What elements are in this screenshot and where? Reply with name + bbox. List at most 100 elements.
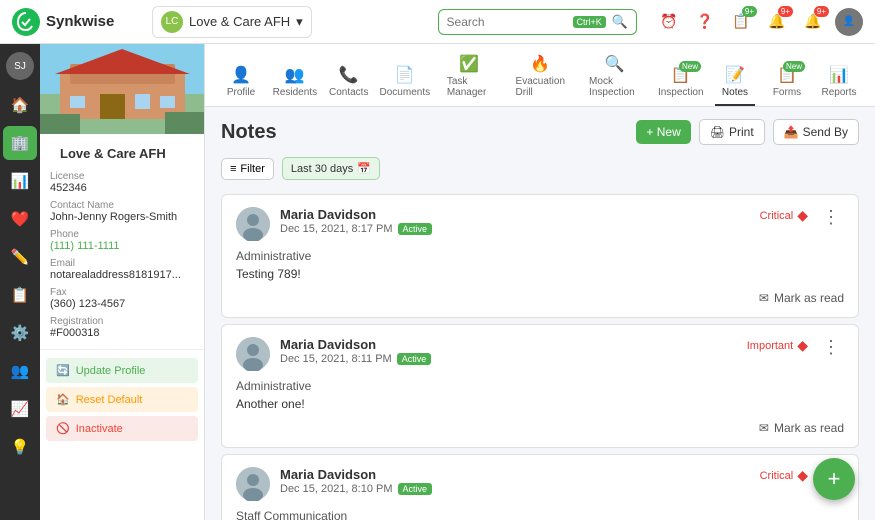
tasks-icon-btn[interactable]: 📋 9+ xyxy=(727,8,755,36)
sidebar-users-btn[interactable]: 👥 xyxy=(3,354,37,388)
timer-icon-btn[interactable]: ⏰ xyxy=(655,8,683,36)
tab-notes[interactable]: 📝 Notes xyxy=(715,61,755,106)
sidebar-reports-btn[interactable]: 📈 xyxy=(3,392,37,426)
user-avatar-nav[interactable]: 👤 xyxy=(835,8,863,36)
filter-label: Filter xyxy=(240,163,264,175)
tab-contacts-label: Contacts xyxy=(329,87,368,98)
note-more-btn-2[interactable]: ⋮ xyxy=(818,337,844,358)
contact-label: Contact Name xyxy=(50,200,194,211)
note-header-3: Maria Davidson Dec 15, 2021, 8:10 PM Act… xyxy=(236,467,844,501)
note-content-1: Testing 789! xyxy=(236,267,844,281)
notes-tab-icon: 📝 xyxy=(725,65,745,85)
note-priority-2: Important ◆ xyxy=(747,337,808,354)
tab-contacts[interactable]: 📞 Contacts xyxy=(329,61,369,106)
update-profile-label: Update Profile xyxy=(76,365,146,377)
tab-evacuation[interactable]: 🔥 Evacuation Drill xyxy=(510,50,572,106)
app-logo[interactable]: Synkwise xyxy=(12,8,142,36)
update-profile-button[interactable]: 🔄 Update Profile xyxy=(46,358,198,383)
diamond-icon-2: ◆ xyxy=(797,337,808,354)
note-date-text-3: Dec 15, 2021, 8:10 PM xyxy=(280,483,393,495)
send-button[interactable]: 📤 Send By xyxy=(773,119,859,145)
note-priority-text-1: Critical xyxy=(760,210,794,222)
sidebar-docs-btn[interactable]: 📋 xyxy=(3,278,37,312)
sidebar-user-avatar[interactable]: SJ xyxy=(6,52,34,80)
tab-residents[interactable]: 👥 Residents xyxy=(273,61,317,106)
filter-button[interactable]: ≡ Filter xyxy=(221,158,274,180)
tab-inspection-label: Inspection xyxy=(658,87,704,98)
alerts-icon-btn[interactable]: 🔔 9+ xyxy=(799,8,827,36)
facility-info: Love & Care AFH License 452346 Contact N… xyxy=(40,134,204,343)
search-box[interactable]: Ctrl+K 🔍 xyxy=(438,9,637,35)
mark-read-label-2: Mark as read xyxy=(774,421,844,435)
search-input[interactable] xyxy=(447,15,567,29)
registration-value: #F000318 xyxy=(50,327,194,339)
tab-residents-label: Residents xyxy=(273,87,317,98)
tab-forms-label: Forms xyxy=(773,87,801,98)
note-date-2: Dec 15, 2021, 8:11 PM Active xyxy=(280,353,737,365)
documents-tab-icon: 📄 xyxy=(395,65,415,85)
envelope-icon-2: ✉ xyxy=(759,421,769,435)
note-footer-1: ✉ Mark as read xyxy=(236,291,844,305)
tab-reports-label: Reports xyxy=(821,87,856,98)
facility-selector[interactable]: LC Love & Care AFH ▾ xyxy=(152,6,312,38)
reset-default-label: Reset Default xyxy=(76,394,143,406)
date-filter[interactable]: Last 30 days 📅 xyxy=(282,157,380,180)
tab-mock-label: Mock Inspection xyxy=(589,76,640,98)
print-icon: 🖨 xyxy=(710,125,725,139)
notifications-icon-btn[interactable]: 🔔 9+ xyxy=(763,8,791,36)
note-priority-text-2: Important xyxy=(747,340,793,352)
tab-forms[interactable]: New 📋 Forms xyxy=(767,61,807,106)
note-priority-3: Critical ◆ xyxy=(760,467,808,484)
inactivate-button[interactable]: 🚫 Inactivate xyxy=(46,416,198,441)
note-avatar-2 xyxy=(236,337,270,371)
left-panel-facility-name: Love & Care AFH xyxy=(50,138,194,165)
filter-bar: ≡ Filter Last 30 days 📅 xyxy=(205,153,875,188)
sidebar-ideas-btn[interactable]: 💡 xyxy=(3,430,37,464)
note-category-1: Administrative xyxy=(236,249,844,263)
note-avatar-3 xyxy=(236,467,270,501)
nav-icons: ⏰ ❓ 📋 9+ 🔔 9+ 🔔 9+ 👤 xyxy=(655,8,863,36)
block-icon: 🚫 xyxy=(56,422,70,435)
tab-mock-inspection[interactable]: 🔍 Mock Inspection xyxy=(583,50,646,106)
tab-task-manager[interactable]: ✅ Task Manager xyxy=(441,50,498,106)
phone-value[interactable]: (111) 111-1111 xyxy=(50,240,194,252)
refresh-icon: 🔄 xyxy=(56,364,70,377)
sidebar-home-btn[interactable]: 🏠 xyxy=(3,88,37,122)
email-value: notarealaddress8181917... xyxy=(50,269,194,281)
note-author-2: Maria Davidson xyxy=(280,337,737,352)
sidebar-health-btn[interactable]: ❤️ xyxy=(3,202,37,236)
mark-read-btn-2[interactable]: ✉ Mark as read xyxy=(759,421,844,435)
print-button[interactable]: 🖨 Print xyxy=(699,119,765,145)
license-label: License xyxy=(50,171,194,182)
sidebar-notes-btn[interactable]: ✏️ xyxy=(3,240,37,274)
tab-reports[interactable]: 📊 Reports xyxy=(819,61,859,106)
note-meta-1: Maria Davidson Dec 15, 2021, 8:17 PM Act… xyxy=(280,207,750,235)
tab-task-label: Task Manager xyxy=(447,76,492,98)
license-value: 452346 xyxy=(50,182,194,194)
tab-profile[interactable]: 👤 Profile xyxy=(221,61,261,106)
tab-inspection[interactable]: New 📋 Inspection xyxy=(659,61,703,106)
sidebar-settings-btn[interactable]: ⚙️ xyxy=(3,316,37,350)
search-icon[interactable]: 🔍 xyxy=(612,14,628,30)
tab-documents[interactable]: 📄 Documents xyxy=(381,61,429,106)
note-card-3: Maria Davidson Dec 15, 2021, 8:10 PM Act… xyxy=(221,454,859,520)
date-filter-label: Last 30 days xyxy=(291,163,353,175)
phone-label: Phone xyxy=(50,229,194,240)
kbd-hint: Ctrl+K xyxy=(573,16,606,28)
fax-label: Fax xyxy=(50,287,194,298)
note-header-1: Maria Davidson Dec 15, 2021, 8:17 PM Act… xyxy=(236,207,844,241)
sidebar-nav: SJ 🏠 🏢 📊 ❤️ ✏️ 📋 ⚙️ 👥 📈 💡 xyxy=(0,44,40,520)
reset-default-button[interactable]: 🏠 Reset Default xyxy=(46,387,198,412)
help-icon-btn[interactable]: ❓ xyxy=(691,8,719,36)
fab-add-button[interactable]: + xyxy=(813,458,855,500)
notes-area: Notes + New 🖨 Print 📤 Send By ≡ Fi xyxy=(205,107,875,520)
mark-read-btn-1[interactable]: ✉ Mark as read xyxy=(759,291,844,305)
sidebar-facility-btn[interactable]: 🏢 xyxy=(3,126,37,160)
reports-tab-icon: 📊 xyxy=(829,65,849,85)
note-more-btn-1[interactable]: ⋮ xyxy=(818,207,844,228)
sidebar-dashboard-btn[interactable]: 📊 xyxy=(3,164,37,198)
new-note-button[interactable]: + New xyxy=(636,120,690,144)
note-card-1: Maria Davidson Dec 15, 2021, 8:17 PM Act… xyxy=(221,194,859,318)
tasks-badge: 9+ xyxy=(742,6,757,17)
note-date-1: Dec 15, 2021, 8:17 PM Active xyxy=(280,223,750,235)
